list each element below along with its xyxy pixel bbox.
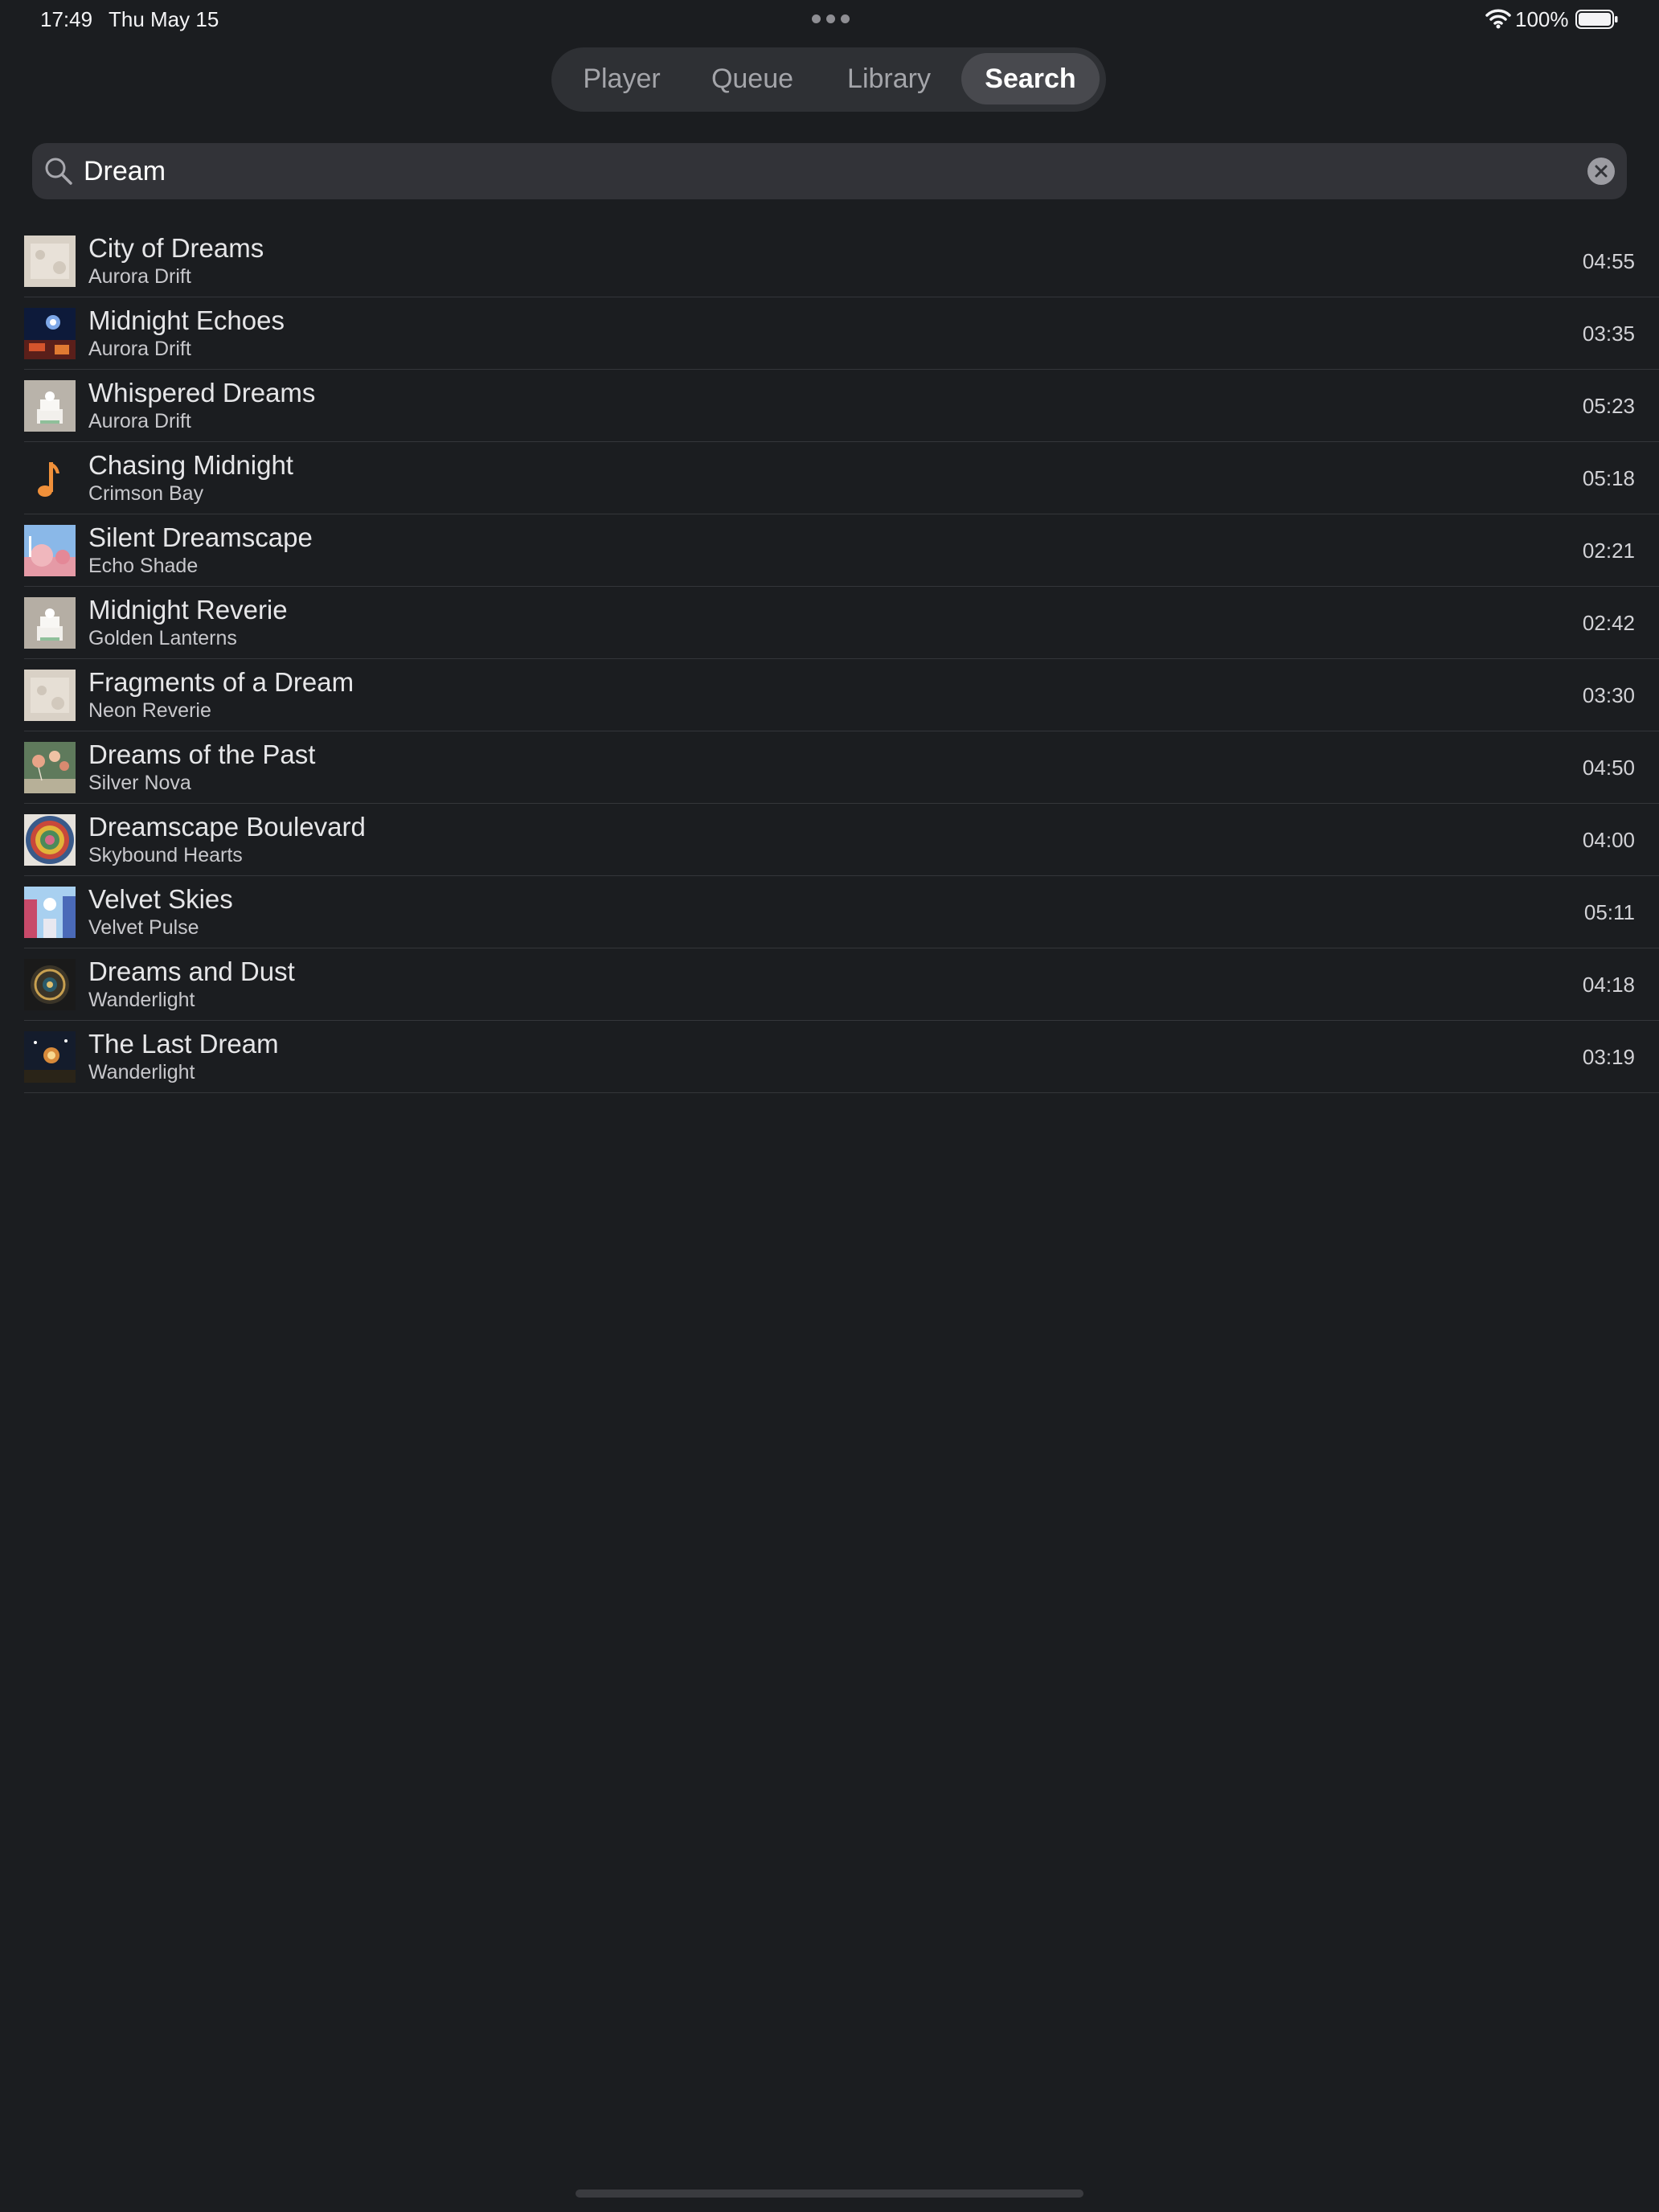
song-title: Midnight Echoes: [88, 305, 285, 335]
list-item[interactable]: Whispered Dreams Aurora Drift 05:23: [24, 370, 1659, 442]
song-title: Whispered Dreams: [88, 378, 316, 408]
song-duration: 04:00: [1582, 828, 1635, 852]
album-artwork: [24, 959, 76, 1010]
song-title: Chasing Midnight: [88, 450, 293, 480]
song-artist: Velvet Pulse: [88, 916, 199, 939]
list-item[interactable]: Dreams and Dust Wanderlight 04:18: [24, 948, 1659, 1021]
album-artwork: [24, 670, 76, 721]
song-duration: 04:50: [1582, 756, 1635, 780]
song-duration: 02:21: [1582, 539, 1635, 563]
song-title: Silent Dreamscape: [88, 522, 313, 552]
song-title: Velvet Skies: [88, 884, 233, 914]
clear-search-button[interactable]: [1587, 158, 1615, 185]
tab-player[interactable]: Player: [559, 53, 684, 104]
song-duration: 03:19: [1582, 1045, 1635, 1069]
list-item[interactable]: Midnight Reverie Golden Lanterns 02:42: [24, 587, 1659, 659]
status-time: 17:49: [40, 7, 93, 31]
status-bar: 17:49 Thu May 15 100%: [0, 0, 1659, 39]
album-artwork: [24, 380, 76, 432]
song-duration: 05:23: [1582, 394, 1635, 418]
search-icon: [45, 158, 72, 185]
album-artwork: [24, 525, 76, 576]
song-duration: 04:55: [1582, 249, 1635, 273]
home-indicator[interactable]: [576, 2189, 1083, 2198]
song-artist: Aurora Drift: [88, 265, 191, 288]
tab-search[interactable]: Search: [961, 53, 1100, 104]
song-duration: 04:18: [1582, 973, 1635, 997]
tab-library[interactable]: Library: [821, 53, 957, 104]
list-item[interactable]: Chasing Midnight Crimson Bay 05:18: [24, 442, 1659, 514]
song-title: Dreams and Dust: [88, 956, 295, 986]
song-artist: Golden Lanterns: [88, 627, 237, 649]
list-item[interactable]: Fragments of a Dream Neon Reverie 03:30: [24, 659, 1659, 731]
tab-bar: Player Queue Library Search: [551, 47, 1106, 112]
song-title: The Last Dream: [88, 1029, 279, 1059]
status-date: Thu May 15: [109, 7, 219, 31]
song-duration: 02:42: [1582, 611, 1635, 635]
album-artwork: [24, 308, 76, 359]
results-list: City of Dreams Aurora Drift 04:55 Midnig…: [24, 225, 1659, 1093]
list-item[interactable]: Midnight Echoes Aurora Drift 03:35: [24, 297, 1659, 370]
album-artwork: [24, 742, 76, 793]
song-title: Dreams of the Past: [88, 739, 316, 769]
battery-icon: [1575, 10, 1618, 29]
song-artist: Echo Shade: [88, 555, 199, 577]
list-item[interactable]: Dreams of the Past Silver Nova 04:50: [24, 731, 1659, 804]
song-duration: 05:18: [1582, 466, 1635, 490]
clear-icon: [1595, 165, 1608, 178]
multitasking-dots-icon[interactable]: [812, 14, 850, 23]
album-artwork: [24, 453, 76, 504]
song-artist: Wanderlight: [88, 989, 195, 1011]
album-artwork: [24, 597, 76, 649]
album-artwork: [24, 236, 76, 287]
list-item[interactable]: Dreamscape Boulevard Skybound Hearts 04:…: [24, 804, 1659, 876]
song-artist: Silver Nova: [88, 772, 191, 794]
list-item[interactable]: Velvet Skies Velvet Pulse 05:11: [24, 876, 1659, 948]
tab-queue[interactable]: Queue: [688, 53, 817, 104]
song-title: Dreamscape Boulevard: [88, 812, 366, 842]
song-title: Fragments of a Dream: [88, 667, 354, 697]
song-artist: Aurora Drift: [88, 410, 191, 432]
song-duration: 03:30: [1582, 683, 1635, 707]
album-artwork: [24, 814, 76, 866]
song-artist: Neon Reverie: [88, 699, 211, 722]
search-bar: [32, 143, 1627, 199]
song-title: Midnight Reverie: [88, 595, 288, 625]
album-artwork: [24, 1031, 76, 1083]
song-duration: 03:35: [1582, 322, 1635, 346]
album-artwork: [24, 887, 76, 938]
song-artist: Aurora Drift: [88, 338, 191, 360]
song-title: City of Dreams: [88, 233, 264, 263]
song-duration: 05:11: [1583, 900, 1635, 924]
wifi-icon: [1485, 9, 1511, 29]
search-input[interactable]: [84, 150, 1530, 193]
song-artist: Wanderlight: [88, 1061, 195, 1083]
song-artist: Skybound Hearts: [88, 844, 243, 866]
battery-percentage: 100%: [1515, 7, 1569, 31]
list-item[interactable]: City of Dreams Aurora Drift 04:55: [24, 225, 1659, 297]
song-artist: Crimson Bay: [88, 482, 204, 505]
list-item[interactable]: Silent Dreamscape Echo Shade 02:21: [24, 514, 1659, 587]
list-item[interactable]: The Last Dream Wanderlight 03:19: [24, 1021, 1659, 1093]
music-note-icon: [38, 462, 59, 497]
